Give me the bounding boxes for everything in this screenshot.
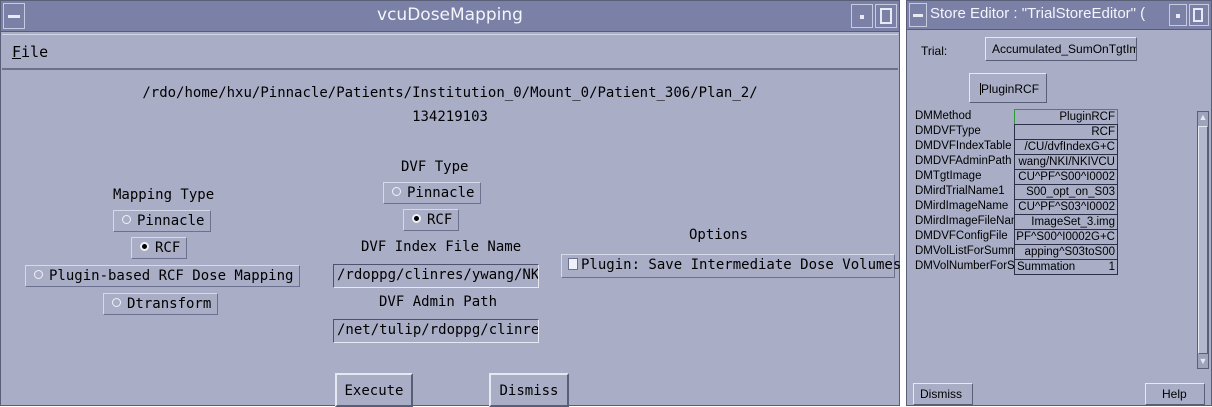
mapping-radio-pinnacle[interactable]: Pinnacle [113,210,212,232]
window-title: vcuDoseMapping [377,5,523,25]
trial-label: Trial: [921,44,948,58]
table-row: DMirdImageFileNameImageSet_3.img [915,214,1197,230]
trial-option-menu[interactable]: Accumulated_SumOnTgtImgN [985,37,1137,61]
trial-option-value: Accumulated_SumOnTgtImgN [992,42,1136,56]
row-value-field[interactable]: S00_opt_on_S03 [1014,184,1118,200]
window-menu-icon [913,14,923,17]
row-key: DMDVFIndexTable [915,140,1012,152]
radio-label: RCF [155,240,181,256]
radio-unchecked-icon [392,187,401,196]
file-menu[interactable]: File [12,43,48,61]
table-row: DMDVFType RCF [915,124,1197,140]
maximize-icon [1193,8,1203,22]
row-value-number: 1 [1108,261,1115,273]
table-scrollbar[interactable]: ▲ ▼ [1197,111,1209,369]
mapping-radio-rcf[interactable]: RCF [131,237,188,259]
menu-bar: File [2,34,898,70]
radio-checked-icon [412,214,421,223]
minimize-icon [1176,14,1180,18]
save-intermediate-checkbox[interactable]: Plugin: Save Intermediate Dose Volumes [561,254,901,278]
dvf-type-label: DVF Type [401,159,469,175]
dvf-radio-rcf[interactable]: RCF [403,209,460,231]
row-key: DMVolNumberForSummation [915,260,1015,272]
radio-unchecked-icon [122,215,131,224]
table-row: DMirdTrialName1 S00_opt_on_S03 [915,184,1197,200]
window-menu-button[interactable] [909,3,927,27]
table-row: DMTgtImage CU^PF^S00^I0002 [915,169,1197,185]
row-value-field[interactable]: CU^PF^S00^I0002 [1014,169,1118,185]
file-menu-mnemonic: F [12,43,22,61]
dvf-index-input[interactable]: /rdoppg/clinres/ywang/NKI [333,264,539,288]
store-editor-window: Store Editor : "TrialStoreEditor" ( Tria… [906,0,1212,406]
store-help-button[interactable]: Help [1145,383,1205,405]
row-key: DMTgtImage [915,170,982,182]
scrollbar-thumb[interactable] [1198,126,1208,354]
store-table: DMMethod PluginRCF DMDVFType RCF DMDVFInde… [915,109,1197,369]
table-row: DMVolNumberForSummationSummation 1 [915,259,1197,275]
row-key: DMirdImageName [915,200,1009,212]
radio-checked-icon [140,242,149,251]
execute-button[interactable]: Execute [335,373,413,407]
store-editor-title: Store Editor : "TrialStoreEditor" ( [930,5,1146,22]
row-key: DMMethod [915,110,972,122]
scroll-down-arrow-icon[interactable]: ▼ [1198,356,1208,368]
minimize-button[interactable] [1169,4,1187,26]
table-row: DMDVFConfigFile PF^S00^I0002G+C [915,229,1197,245]
row-value-field[interactable]: PluginRCF [1014,109,1118,125]
row-key: DMDVFConfigFile [915,230,1008,242]
mapping-radio-plugin-rcf[interactable]: Plugin-based RCF Dose Mapping [25,265,301,287]
radio-label: Pinnacle [407,185,475,201]
checkbox-label: Plugin: Save Intermediate Dose Volumes [581,257,902,273]
mapping-radio-dtransform[interactable]: Dtransform [103,293,219,315]
row-value-field[interactable]: RCF [1014,124,1118,140]
row-value-field[interactable]: CU^PF^S03^I0002 [1014,199,1118,215]
row-key: DMDVFType [915,125,981,137]
table-row: DMirdImageName CU^PF^S03^I0002 [915,199,1197,215]
store-editor-titlebar[interactable]: Store Editor : "TrialStoreEditor" ( [907,1,1211,30]
radio-unchecked-icon [112,298,121,307]
maximize-button[interactable] [1189,4,1209,26]
dvf-radio-pinnacle[interactable]: Pinnacle [383,182,482,204]
table-row: DMMethod PluginRCF [915,109,1197,125]
store-dismiss-button[interactable]: Dismiss [913,383,973,405]
checkbox-unchecked-icon [568,258,578,270]
radio-unchecked-icon [34,270,43,279]
table-row: DMVolListForSummationapping^S03toS00 [915,244,1197,260]
dvf-admin-label: DVF Admin Path [379,294,498,310]
row-value-text: Summation [1017,261,1076,273]
file-menu-label: ile [21,43,49,61]
radio-label: RCF [427,212,453,228]
radio-label: Plugin-based RCF Dose Mapping [49,268,294,284]
row-key: DMDVFAdminPath [915,155,1012,167]
dvf-index-label: DVF Index File Name [361,239,522,255]
table-row: DMDVFAdminPath wang/NKI/NKIVCU [915,154,1197,170]
row-key: DMirdTrialName1 [915,185,1005,197]
row-value-field[interactable]: PF^S00^I0002G+C [1014,229,1118,245]
radio-label: Pinnacle [137,213,205,229]
dvf-admin-input[interactable]: /net/tulip/rdoppg/clinres [333,319,539,343]
plugin-input[interactable]: PluginRCF [969,73,1047,103]
table-row: DMDVFIndexTable/CU/dvfIndexG+C [915,139,1197,155]
radio-label: Dtransform [127,296,212,312]
row-key: DMVolListForSummation [915,245,1015,257]
maximize-button[interactable] [875,4,897,28]
dose-mapping-titlebar[interactable]: vcuDoseMapping [1,1,899,32]
row-value-field[interactable]: ImageSet_3.img [1014,214,1118,230]
plugin-input-value: PluginRCF [981,82,1040,96]
row-value-field[interactable]: /CU/dvfIndexG+C [1014,139,1118,155]
row-value-field[interactable]: apping^S03toS00 [1014,244,1118,260]
minimize-button[interactable] [851,4,873,28]
row-key: DMirdImageFileName [915,215,1015,227]
minimize-icon [860,15,864,19]
mapping-type-label: Mapping Type [113,187,215,203]
plan-path-line2: 134219103 [412,109,488,125]
options-label: Options [689,227,749,243]
plan-path-line1: /rdo/home/hxu/Pinnacle/Patients/Institut… [142,85,758,101]
row-value-field[interactable]: Summation 1 [1014,259,1118,275]
dismiss-button[interactable]: Dismiss [489,373,569,407]
dose-mapping-window: vcuDoseMapping File /rdo/home/hxu/Pinnac… [0,0,901,407]
maximize-icon [880,8,892,24]
row-value-field[interactable]: wang/NKI/NKIVCU [1014,154,1118,170]
scroll-up-arrow-icon[interactable]: ▲ [1198,112,1208,124]
